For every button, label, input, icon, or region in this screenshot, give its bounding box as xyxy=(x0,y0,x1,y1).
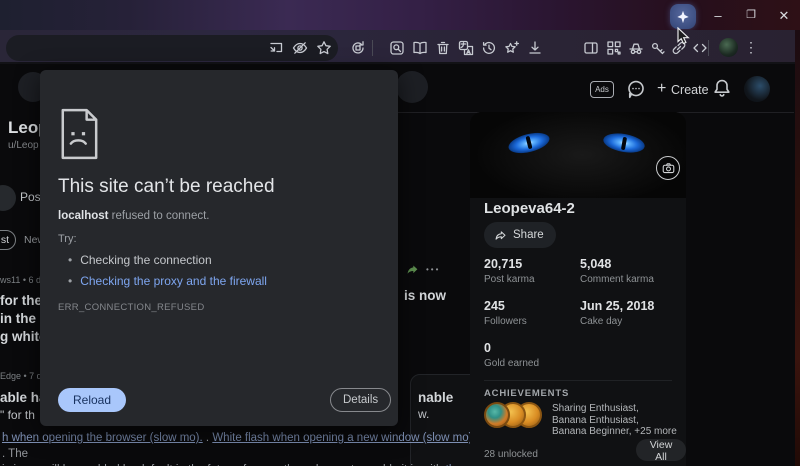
share-arrow-icon xyxy=(494,229,507,242)
create-plus-icon[interactable]: + xyxy=(657,80,666,98)
download-icon[interactable] xyxy=(527,40,543,56)
edit-banner-camera-button[interactable] xyxy=(656,156,680,180)
incognito-icon[interactable] xyxy=(628,40,644,56)
create-button[interactable]: Create xyxy=(671,83,709,97)
restore-tab-icon[interactable] xyxy=(350,40,366,56)
mouse-cursor xyxy=(677,27,690,50)
error-code: ERR_CONNECTION_REFUSED xyxy=(58,302,204,313)
sort-pill-fragment[interactable]: st xyxy=(0,230,16,250)
error-try-label: Try: xyxy=(58,233,77,245)
toolbar-separator xyxy=(372,40,373,56)
chat-icon[interactable] xyxy=(626,79,646,99)
toolbar-separator xyxy=(708,40,709,56)
window-titlebar: – ❐ ✕ xyxy=(0,0,800,30)
details-button[interactable]: Details xyxy=(330,388,391,412)
stat-post-karma: 20,715Post karma xyxy=(484,257,580,285)
install-icon[interactable] xyxy=(268,40,284,56)
post-meta-fragment: Edge • 7 d xyxy=(0,371,42,381)
stat-cake-day: Jun 25, 2018Cake day xyxy=(580,299,676,327)
trash-icon[interactable] xyxy=(435,40,451,56)
translate-icon[interactable] xyxy=(458,40,474,56)
post-text-fragment: " for th xyxy=(0,408,35,422)
post-meta-fragment: ws11 • 6 d xyxy=(0,275,41,285)
error-title: This site can’t be reached xyxy=(58,176,275,198)
minimize-button[interactable]: – xyxy=(706,6,730,25)
advertise-icon[interactable]: Ads xyxy=(590,81,614,98)
profile-handle-fragment: u/Leop xyxy=(8,140,39,151)
user-avatar[interactable] xyxy=(744,76,770,102)
bookmark-star-icon[interactable] xyxy=(316,40,332,56)
history-icon[interactable] xyxy=(481,40,497,56)
browser-window: – ❐ ✕ ⋮ Ads xyxy=(0,0,800,466)
side-panel-icon[interactable] xyxy=(583,40,599,56)
sparkle-icon xyxy=(676,10,690,24)
copilot-button[interactable] xyxy=(670,4,696,29)
maximize-button[interactable]: ❐ xyxy=(739,6,763,25)
search-bar-fragment xyxy=(396,71,428,103)
link-white-flash-browser[interactable]: h when opening the browser (slow mo). xyxy=(2,432,203,444)
notifications-bell-icon[interactable] xyxy=(712,78,732,98)
profile-username: Leopeva64-2 xyxy=(484,200,575,217)
error-suggestions: •Checking the connection •Checking the p… xyxy=(68,250,267,292)
share-button[interactable]: Share xyxy=(484,222,556,248)
eye-off-icon[interactable] xyxy=(292,40,308,56)
bookmark-all-icon[interactable] xyxy=(504,40,520,56)
stat-comment-karma: 5,048Comment karma xyxy=(580,257,676,285)
post-options-icon[interactable]: ••• xyxy=(426,265,440,274)
suggestion-connection: •Checking the connection xyxy=(68,250,267,271)
avatar-fragment xyxy=(0,185,16,211)
post-text-fragment: is now xyxy=(404,288,446,303)
achievement-names: Sharing Enthusiast, Banana Enthusiast, B… xyxy=(552,403,677,438)
achievements-heading: ACHIEVEMENTS xyxy=(484,388,569,399)
link-white-flash-window[interactable]: White flash when opening a new window (s… xyxy=(212,432,475,444)
suggestion-proxy-firewall-link[interactable]: •Checking the proxy and the firewall xyxy=(68,271,267,292)
crosspost-arrow-icon xyxy=(406,263,419,281)
close-button[interactable]: ✕ xyxy=(772,6,796,25)
post-text-fragment: w. xyxy=(418,407,429,421)
site-error-dialog: This site can’t be reached localhost ref… xyxy=(40,70,398,426)
passwords-icon[interactable] xyxy=(650,40,666,56)
reading-list-icon[interactable] xyxy=(412,40,428,56)
view-all-button[interactable]: View All xyxy=(636,439,686,461)
browser-profile-avatar[interactable] xyxy=(719,38,738,57)
lens-search-icon[interactable] xyxy=(389,40,405,56)
post-text-fragment: nable xyxy=(418,390,453,405)
address-bar[interactable] xyxy=(6,35,338,61)
card-divider xyxy=(484,380,672,381)
reload-button[interactable]: Reload xyxy=(58,388,126,412)
window-edge xyxy=(795,30,800,466)
post-paragraph: h when opening the browser (slow mo). . … xyxy=(2,430,480,466)
achievements-unlocked-count: 28 unlocked xyxy=(484,449,538,460)
stat-gold-earned: 0Gold earned xyxy=(484,341,580,369)
profile-stats: 20,715Post karma 5,048Comment karma 245F… xyxy=(484,257,676,369)
achievement-badge xyxy=(484,402,510,428)
profile-banner-cat-image xyxy=(470,112,686,198)
broken-page-icon xyxy=(58,108,100,165)
error-message: localhost refused to connect. xyxy=(58,210,210,222)
stat-followers: 245Followers xyxy=(484,299,580,327)
profile-card: Leopeva64-2 Share 20,715Post karma 5,048… xyxy=(470,112,686,466)
post-text-fragment: for the xyxy=(0,293,42,308)
qr-code-icon[interactable] xyxy=(606,40,622,56)
post-text-fragment: in the xyxy=(0,311,36,326)
browser-menu-button[interactable]: ⋮ xyxy=(744,38,758,57)
code-icon[interactable] xyxy=(692,40,708,56)
